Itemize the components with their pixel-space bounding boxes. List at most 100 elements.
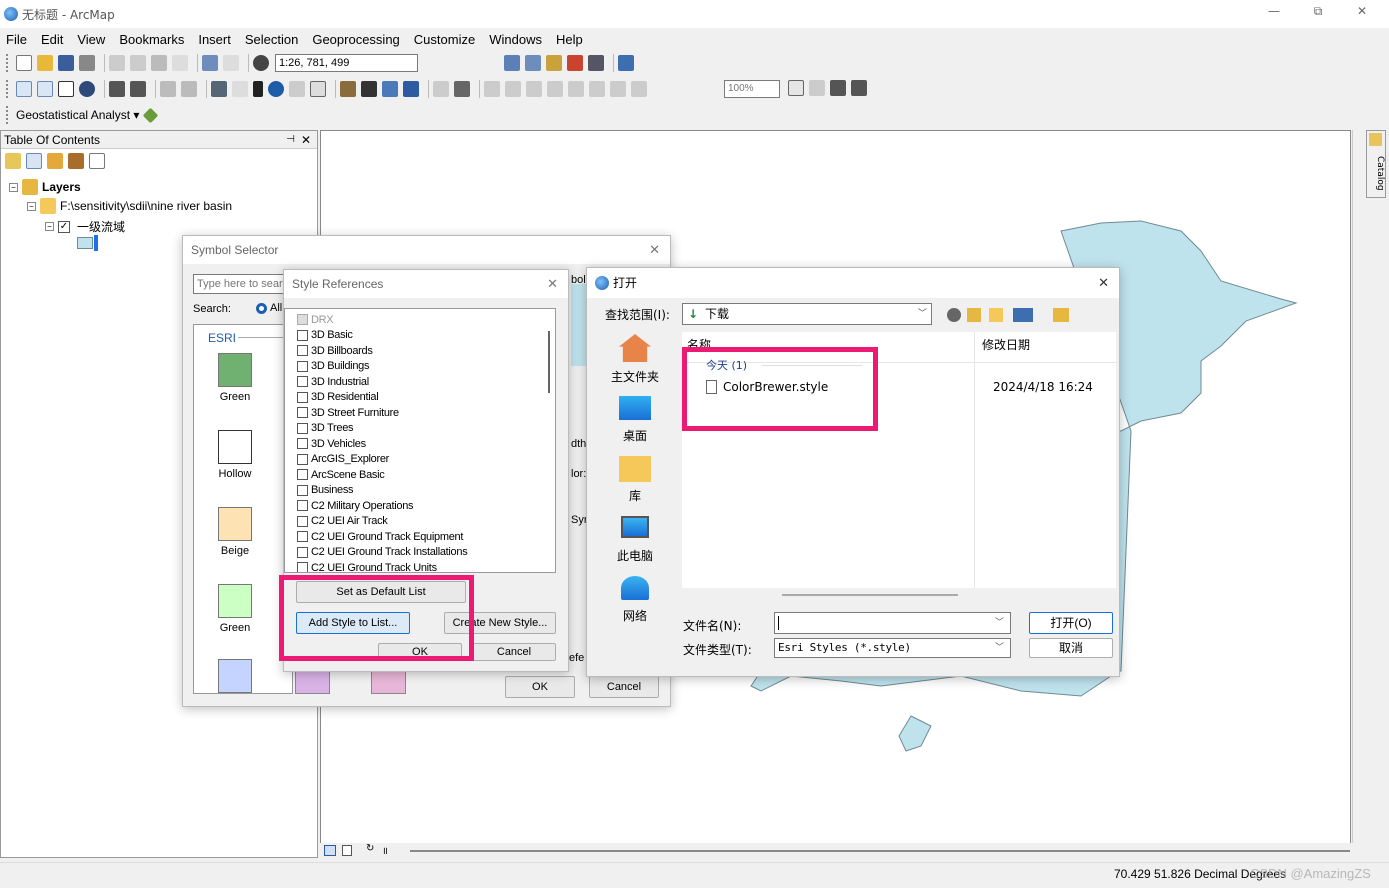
find-icon[interactable] [361,81,377,97]
symbol-selector-cancel-button[interactable]: Cancel [589,676,659,698]
place-network[interactable]: 网络 [587,607,683,624]
model-builder-icon[interactable] [618,55,634,71]
menu-bookmarks[interactable]: Bookmarks [119,32,184,47]
data-driven-pages-icon[interactable] [851,80,867,96]
filename-input[interactable] [774,612,1011,634]
place-this-pc[interactable]: 此电脑 [587,547,683,564]
symbol-search-input[interactable]: Type here to search [193,274,289,294]
table-of-contents-icon[interactable] [525,55,541,71]
focus-data-frame-icon[interactable] [809,80,825,96]
library-folder-icon[interactable] [619,456,651,482]
style-list[interactable]: DRX 3D Basic 3D Billboards 3D Buildings 3D I… [284,308,556,573]
style-list-item[interactable]: C2 UEI Ground Track Equipment [297,529,463,544]
layout-view-icon[interactable] [342,845,352,856]
style-list-item[interactable]: 3D Billboards [297,343,373,358]
map-scale-dropdown[interactable]: 1:26, 781, 499 [275,54,418,72]
style-checkbox[interactable] [297,345,308,356]
style-checkbox[interactable] [297,376,308,387]
menu-edit[interactable]: Edit [41,32,63,47]
change-layout-icon[interactable] [830,80,846,96]
viewer-window-icon[interactable] [454,81,470,97]
style-list-item[interactable]: 3D Industrial [297,374,369,389]
geostatistical-analyst-menu[interactable]: Geostatistical Analyst ▾ [16,108,139,122]
home-icon[interactable] [619,334,651,362]
arctoolbox-icon[interactable] [567,55,583,71]
network-icon[interactable] [621,576,649,600]
layout-zoom-dropdown[interactable]: 100% [724,80,780,98]
close-button[interactable]: ✕ [1352,4,1372,22]
layout-zoom-out-icon[interactable] [505,81,521,97]
geostat-wizard-icon[interactable] [143,107,159,123]
style-checkbox[interactable] [297,562,308,572]
identify-icon[interactable] [268,81,284,97]
select-elements-icon[interactable] [253,81,263,97]
style-checkbox[interactable] [297,329,308,341]
map-vertical-scrollbar[interactable] [1352,130,1362,844]
new-document-icon[interactable] [16,55,32,71]
cancel-button[interactable]: 取消 [1029,638,1113,658]
style-list-item[interactable]: 3D Buildings [297,359,369,374]
style-list-item[interactable]: 3D Basic [297,328,353,343]
style-checkbox[interactable] [297,314,308,325]
menu-windows[interactable]: Windows [489,32,542,47]
zoom-100-icon[interactable] [568,81,584,97]
style-checkbox[interactable] [297,407,308,418]
collapse-icon[interactable]: − [45,222,54,231]
pan-icon[interactable] [58,81,74,97]
collapse-icon[interactable]: − [9,182,18,192]
view-menu-icon[interactable] [1013,308,1033,322]
symbol-swatch-beige[interactable] [218,507,252,541]
style-list-item[interactable]: ArcScene Basic [297,467,385,482]
toc-options-icon[interactable] [89,153,105,169]
pause-drawing-icon[interactable]: ॥ [382,843,388,857]
save-icon[interactable] [58,55,74,71]
map-horizontal-scrollbar[interactable] [410,850,1350,852]
python-window-icon[interactable] [588,55,604,71]
toc-pin-icon[interactable]: ⊣ [286,131,295,149]
catalog-window-icon[interactable] [546,55,562,71]
place-home[interactable]: 主文件夹 [587,368,683,385]
delete-icon[interactable] [172,55,188,71]
layout-back-icon[interactable] [610,81,626,97]
style-checkbox[interactable] [297,515,308,527]
style-list-item[interactable]: C2 Military Operations [297,498,414,513]
style-list-scrollbar[interactable] [548,331,550,393]
layout-zoom-in-icon[interactable] [484,81,500,97]
computer-icon[interactable] [621,516,649,538]
layout-forward-icon[interactable] [631,81,647,97]
list-by-visibility-icon[interactable] [47,153,63,169]
fixed-zoom-in-icon[interactable] [109,81,125,97]
style-list-item[interactable]: DRX [297,312,334,327]
time-slider-icon[interactable] [433,81,449,97]
list-by-drawing-order-icon[interactable] [5,153,21,169]
style-references-cancel-button[interactable]: Cancel [472,643,556,661]
style-checkbox[interactable] [297,469,308,480]
html-popup-icon[interactable] [310,81,326,97]
back-extent-icon[interactable] [160,81,176,97]
style-checkbox[interactable] [297,422,308,434]
style-checkbox[interactable] [297,453,308,465]
style-list-item[interactable]: C2 UEI Air Track [297,514,388,529]
maximize-button[interactable]: ⧉ [1308,4,1328,22]
style-checkbox[interactable] [297,360,308,372]
menu-selection[interactable]: Selection [245,32,298,47]
copy-icon[interactable] [130,55,146,71]
file-list-horizontal-scrollbar[interactable] [782,594,958,596]
measure-icon[interactable] [340,81,356,97]
menu-file[interactable]: File [6,32,27,47]
chevron-down-icon[interactable]: ﹀ [995,640,1004,653]
full-extent-icon[interactable] [79,81,95,97]
lookin-dropdown[interactable]: 下载 ↓ ﹀ [682,303,932,325]
symbol-swatch-blue[interactable] [218,659,252,693]
symbol-selector-close-icon[interactable]: ✕ [649,236,660,264]
place-library[interactable]: 库 [587,487,683,504]
menu-view[interactable]: View [77,32,105,47]
print-icon[interactable] [79,55,95,71]
list-by-source-icon[interactable] [26,153,42,169]
desktop-icon[interactable] [619,396,651,420]
menu-customize[interactable]: Customize [414,32,475,47]
collapse-icon[interactable]: − [27,201,36,211]
cut-icon[interactable] [109,55,125,71]
layers-row[interactable]: − Layers [9,179,81,195]
style-checkbox[interactable] [297,500,308,511]
